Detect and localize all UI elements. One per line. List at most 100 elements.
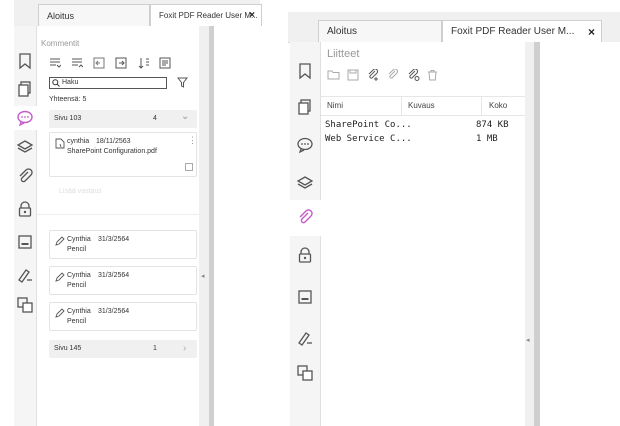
form-fields-icon[interactable] <box>16 233 34 251</box>
document-view[interactable] <box>214 26 260 426</box>
group-label: Sivu 145 <box>54 345 82 352</box>
export-icon[interactable] <box>115 56 127 74</box>
attachments-panel: Liitteet Nimi Kuvaus Koko SharePoint Co.… <box>321 42 525 426</box>
tab-document[interactable]: Foxit PDF Reader User M... × <box>442 20 602 42</box>
form-fields-icon[interactable] <box>296 288 314 306</box>
pencil-icon <box>55 236 65 246</box>
document-view[interactable] <box>540 42 620 426</box>
comment-card[interactable]: Cynthia 31/3/2564 Pencil <box>49 230 197 259</box>
more-options-icon[interactable]: ⋮ <box>188 135 197 146</box>
pages-icon[interactable] <box>16 80 34 98</box>
panel-splitter[interactable]: ◂ <box>199 26 209 426</box>
attachment-name: SharePoint Co... <box>325 120 412 130</box>
save-icon[interactable] <box>347 68 359 86</box>
delete-icon[interactable] <box>427 68 438 86</box>
comment-date: 31/3/2564 <box>98 308 130 315</box>
group-label: Sivu 103 <box>54 115 82 122</box>
filter-icon[interactable] <box>177 77 188 88</box>
comment-card[interactable]: cynthia 18/11/2563 SharePoint Configurat… <box>49 132 197 177</box>
column-header-size[interactable]: Koko <box>489 97 507 115</box>
tab-label: Aloitus <box>47 11 75 21</box>
comments-toolbar <box>49 56 199 70</box>
security-lock-icon[interactable] <box>296 246 314 264</box>
search-icon <box>52 79 60 87</box>
compare-pages-icon[interactable] <box>16 296 34 314</box>
total-count: Yhteensä: 5 <box>49 96 87 103</box>
separator <box>37 214 199 215</box>
table-row[interactable]: Web Service C... 1 MB <box>321 134 525 148</box>
attachment-icon[interactable] <box>296 209 314 227</box>
security-lock-icon[interactable] <box>16 200 34 218</box>
collapse-arrow-icon[interactable]: ◂ <box>526 336 530 344</box>
add-reply-placeholder[interactable]: Lisää vastaus <box>59 188 102 195</box>
attachments-toolbar <box>327 68 457 82</box>
comment-file-name: SharePoint Configuration.pdf <box>67 148 157 155</box>
group-count: 1 <box>153 345 157 352</box>
layers-icon[interactable] <box>296 174 314 192</box>
compare-pages-icon[interactable] <box>296 364 314 382</box>
page-group-header[interactable]: Sivu 103 4 ⌄ <box>49 110 197 128</box>
tab-home[interactable]: Aloitus <box>38 4 150 26</box>
comment-type: Pencil <box>67 282 87 289</box>
tab-label: Aloitus <box>327 26 358 37</box>
file-attachment-icon <box>55 138 65 149</box>
chevron-right-icon[interactable]: › <box>183 340 186 358</box>
pencil-icon <box>55 308 65 318</box>
signature-icon[interactable] <box>16 265 34 283</box>
table-header: Nimi Kuvaus Koko <box>321 96 525 116</box>
panel-title: Kommentit <box>41 39 80 48</box>
tab-home[interactable]: Aloitus <box>318 20 442 42</box>
collapse-all-icon[interactable] <box>71 56 84 74</box>
comment-date: 31/3/2564 <box>98 236 130 243</box>
column-header-name[interactable]: Nimi <box>327 97 343 115</box>
comments-icon[interactable] <box>16 109 34 127</box>
group-count: 4 <box>153 115 157 122</box>
close-icon[interactable]: × <box>588 21 595 42</box>
comments-icon[interactable] <box>296 136 314 154</box>
comment-card[interactable]: Cynthia 31/3/2564 Pencil <box>49 266 197 295</box>
signature-icon[interactable] <box>296 328 314 346</box>
layers-icon[interactable] <box>16 138 34 156</box>
collapse-arrow-icon[interactable]: ◂ <box>201 272 205 280</box>
comment-author: cynthia <box>67 138 90 145</box>
right-tab-bar: Aloitus Foxit PDF Reader User M... × <box>288 12 620 43</box>
column-divider[interactable] <box>481 97 482 115</box>
edit-attachment-icon[interactable] <box>387 68 399 86</box>
comments-panel: Kommentit Haku Yhteensä: 5 Sivu 103 4 ⌄ … <box>37 26 199 426</box>
import-icon[interactable] <box>93 56 105 74</box>
panel-splitter[interactable]: ◂ <box>525 42 534 426</box>
open-folder-icon[interactable] <box>327 68 340 86</box>
table-row[interactable]: SharePoint Co... 874 KB <box>321 120 525 134</box>
search-input[interactable]: Haku <box>49 77 167 89</box>
search-placeholder: Haku <box>62 79 79 86</box>
comment-date: 31/3/2564 <box>98 272 130 279</box>
attachment-size: 1 MB <box>476 134 498 144</box>
comment-author: Cynthia <box>67 308 91 315</box>
checkbox[interactable] <box>185 163 193 171</box>
comment-type: Pencil <box>67 318 87 325</box>
tab-document[interactable]: Foxit PDF Reader User M... × <box>150 4 262 26</box>
sort-icon[interactable] <box>138 56 150 74</box>
expand-all-icon[interactable] <box>49 56 62 74</box>
bookmark-icon[interactable] <box>16 52 34 70</box>
left-tab-bar: Aloitus Foxit PDF Reader User M... × <box>14 0 262 27</box>
summarize-icon[interactable] <box>159 56 171 74</box>
page-group-header[interactable]: Sivu 145 1 › <box>49 340 197 358</box>
comment-author: Cynthia <box>67 272 91 279</box>
close-icon[interactable]: × <box>249 5 255 26</box>
pages-icon[interactable] <box>296 98 314 116</box>
panel-title: Liitteet <box>327 48 360 60</box>
chevron-down-icon[interactable]: ⌄ <box>181 108 189 126</box>
attachment-size: 874 KB <box>476 120 509 130</box>
comment-card[interactable]: Cynthia 31/3/2564 Pencil <box>49 302 197 331</box>
pencil-icon <box>55 272 65 282</box>
attachment-settings-icon[interactable] <box>407 68 420 86</box>
column-divider[interactable] <box>401 97 402 115</box>
comment-type: Pencil <box>67 246 87 253</box>
column-header-description[interactable]: Kuvaus <box>408 97 435 115</box>
add-attachment-icon[interactable] <box>367 68 379 86</box>
attachment-name: Web Service C... <box>325 134 412 144</box>
attachment-icon[interactable] <box>16 168 34 186</box>
tab-label: Foxit PDF Reader User M... <box>159 11 258 20</box>
bookmark-icon[interactable] <box>296 62 314 80</box>
